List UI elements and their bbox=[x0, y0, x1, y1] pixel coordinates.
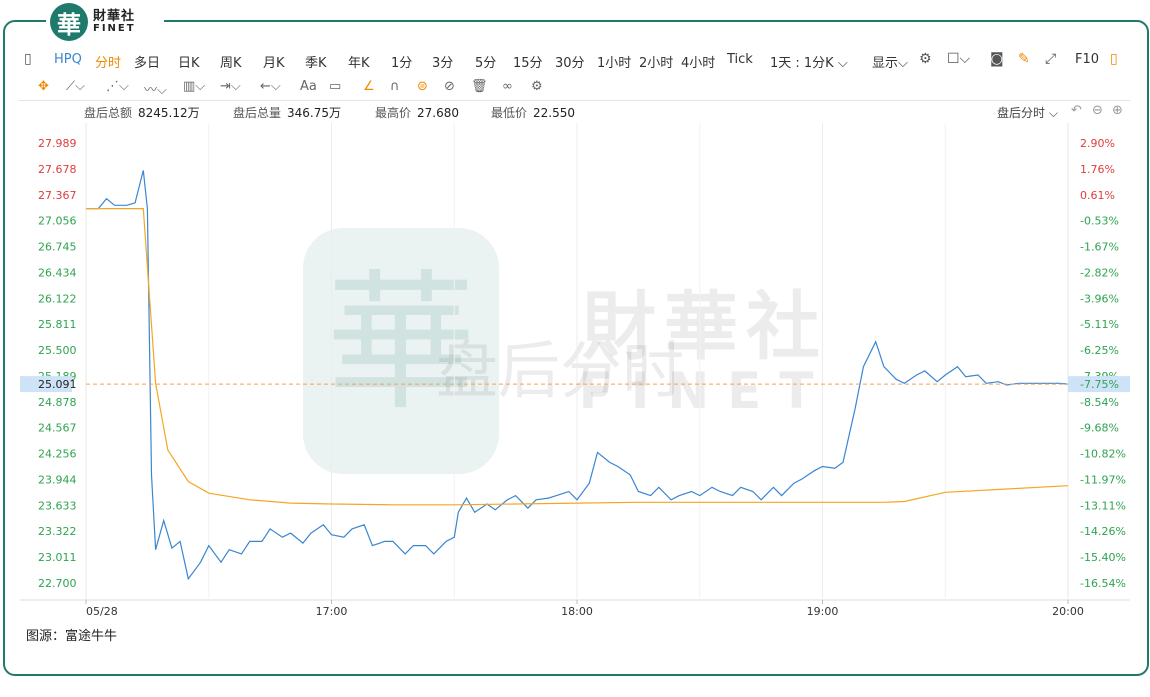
y-right-tick-label: -8.54% bbox=[1080, 396, 1119, 409]
y-right-tick-label: 0.61% bbox=[1080, 189, 1115, 202]
y-left-tick-label: 27.367 bbox=[38, 189, 77, 202]
y-axis-right: 2.90% 1.76% 0.61% -0.53% -1.67% -2.82% -3.96% -… bbox=[1080, 137, 1126, 590]
x-tick-label: 05/28 bbox=[86, 605, 118, 618]
y-right-tick-label: -16.54% bbox=[1080, 577, 1126, 590]
x-tick-label: 18:00 bbox=[561, 605, 593, 618]
y-left-tick-label: 25.811 bbox=[38, 318, 77, 331]
x-axis: 05/28 17:00 18:00 19:00 20:00 bbox=[85, 600, 1084, 618]
x-tick-label: 20:00 bbox=[1052, 605, 1084, 618]
y-right-tick-label: -1.67% bbox=[1080, 241, 1119, 254]
y-left-tick-label: 24.567 bbox=[38, 422, 77, 435]
y-left-tick-label: 24.878 bbox=[38, 396, 77, 409]
y-right-tick-label: -15.40% bbox=[1080, 551, 1126, 564]
watermark: 華財華社FINET盘后分时 bbox=[303, 228, 820, 474]
y-left-tick-label: 25.500 bbox=[38, 344, 77, 357]
y-left-tick-label: 23.633 bbox=[38, 499, 77, 512]
y-left-tick-label: 26.745 bbox=[38, 241, 77, 254]
x-tick-label: 19:00 bbox=[807, 605, 839, 618]
y-left-tick-label: 22.700 bbox=[38, 577, 77, 590]
y-right-tick-label: -5.11% bbox=[1080, 318, 1119, 331]
y-right-tick-label: -11.97% bbox=[1080, 473, 1126, 486]
y-right-tick-label: -14.26% bbox=[1080, 525, 1126, 538]
image-source: 图源：富途牛牛 bbox=[26, 629, 118, 644]
y-left-tick-label: 23.011 bbox=[38, 551, 77, 564]
y-right-tick-label: -10.82% bbox=[1080, 448, 1126, 461]
y-right-tick-label: 2.90% bbox=[1080, 137, 1115, 150]
y-left-tick-label: 27.056 bbox=[38, 215, 77, 228]
y-right-tick-label: -2.82% bbox=[1080, 266, 1119, 279]
y-left-tick-label: 24.256 bbox=[38, 448, 77, 461]
current-price-label: 25.091 bbox=[38, 378, 77, 391]
y-right-tick-label: -0.53% bbox=[1080, 215, 1119, 228]
y-left-tick-label: 26.434 bbox=[38, 266, 77, 279]
watermark-overlay-text: 盘后分时 bbox=[436, 334, 684, 407]
y-right-tick-label: -3.96% bbox=[1080, 292, 1119, 305]
y-right-tick-label: -9.68% bbox=[1080, 422, 1119, 435]
y-right-tick-label: -13.11% bbox=[1080, 499, 1126, 512]
y-right-tick-label: 1.76% bbox=[1080, 163, 1115, 176]
y-left-tick-label: 23.322 bbox=[38, 525, 77, 538]
y-axis-left: 27.989 27.678 27.367 27.056 26.745 26.434 26.1… bbox=[38, 137, 77, 590]
y-left-tick-label: 27.989 bbox=[38, 137, 77, 150]
price-chart[interactable]: 華財華社FINET盘后分时 27.989 27.678 27.367 27.056 26… bbox=[0, 0, 1150, 697]
y-left-tick-label: 27.678 bbox=[38, 163, 77, 176]
y-left-tick-label: 23.944 bbox=[38, 473, 77, 486]
y-right-tick-label: -6.25% bbox=[1080, 344, 1119, 357]
y-left-tick-label: 26.122 bbox=[38, 292, 77, 305]
x-tick-label: 17:00 bbox=[316, 605, 348, 618]
current-pct-label: -7.75% bbox=[1080, 378, 1119, 391]
